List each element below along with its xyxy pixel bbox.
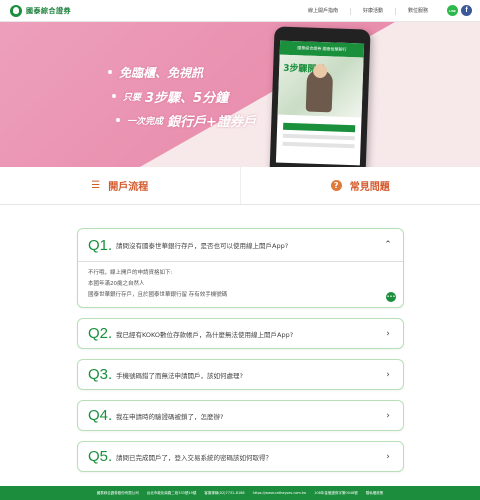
header: 國泰綜合證券 線上開戶指南 好康活動 數位服務 LINE f (0, 0, 480, 22)
chevron-right-icon[interactable]: › (383, 329, 393, 339)
question-text: 請問已完成開戶了，登入交易系統的密碼該如何取得？ (116, 453, 272, 462)
chevron-right-icon[interactable]: › (383, 411, 393, 421)
bullet-icon (108, 70, 112, 74)
footer-company: 國泰綜合證券股份有限公司 (96, 490, 139, 495)
nav-guide[interactable]: 線上開戶指南 (296, 7, 351, 15)
phone-mockup: 國泰綜合證券 國泰世華銀行 3步驟開戶 (269, 26, 371, 167)
faq-item-3: Q3. 手機號碼錯了而無法申請開戶，該如何處理? › (77, 359, 404, 390)
faq-question-4[interactable]: Q4. 我在申請時的驗證碼被鎖了，怎麼辦? › (78, 401, 403, 430)
bullet-icon (112, 94, 116, 98)
question-icon: ? (330, 180, 342, 191)
chevron-up-icon[interactable]: ⌃ (383, 240, 393, 250)
phone-line (282, 133, 355, 141)
faq-question-5[interactable]: Q5. 請問已完成開戶了，登入交易系統的密碼該如何取得？ › (78, 442, 403, 471)
phone-photo: 3步驟開戶 (277, 54, 364, 118)
question-number: Q1. (88, 236, 113, 254)
footer-hotline: 客服專線(02)7732-8168 (204, 490, 245, 495)
faq-item-4: Q4. 我在申請時的驗證碼被鎖了，怎麼辦? › (77, 400, 404, 431)
faq-answer-1: 不行哦，線上開戶的申請資格如下: 本國年滿20歲之自然人 國泰世華銀行存戶，且於… (78, 261, 403, 307)
tab-bar: ☰ 開戶流程 ? 常見問題 (0, 167, 480, 205)
faq-question-1[interactable]: Q1. 請問沒有國泰世華銀行存戶，是否也可以使用線上開戶App? ⌃ (78, 229, 403, 261)
top-nav: 線上開戶指南 好康活動 數位服務 (296, 0, 440, 22)
question-number: Q4. (88, 407, 113, 424)
nav-digital-services[interactable]: 數位服務 (396, 8, 440, 15)
phone-screen: 國泰綜合證券 國泰世華銀行 3步驟開戶 (275, 40, 365, 166)
faq-item-5: Q5. 請問已完成開戶了，登入交易系統的密碼該如何取得？ › (77, 441, 404, 472)
footer-address: 台北市敦化南路二段333號19樓 (146, 490, 197, 495)
hero-banner: 免臨櫃、免視訊 只要 3步驟、5分鐘 一次完成 銀行戶+證券戶 國泰綜合證券 國… (0, 22, 480, 167)
faq-question-2[interactable]: Q2. 我已經有KOKO數位存款帳戶，為什麼無法使用線上開戶App? › (78, 319, 403, 348)
brand-name: 國泰綜合證券 (26, 6, 71, 15)
slogan-1: 免臨櫃、免視訊 (108, 60, 256, 84)
brand-logo[interactable]: 國泰綜合證券 (10, 4, 71, 17)
faq-list: Q1. 請問沒有國泰世華銀行存戶，是否也可以使用線上開戶App? ⌃ 不行哦，線… (77, 228, 404, 482)
question-number: Q5. (88, 448, 113, 465)
tab-faq[interactable]: ? 常見問題 (240, 167, 480, 204)
social-links: LINE f (447, 5, 472, 16)
banner-slogans: 免臨櫃、免視訊 只要 3步驟、5分鐘 一次完成 銀行戶+證券戶 (108, 60, 256, 132)
footer-license: 108年金管證券字第0048號 (314, 490, 358, 495)
faq-item-2: Q2. 我已經有KOKO數位存款帳戶，為什麼無法使用線上開戶App? › (77, 318, 404, 349)
footer: 國泰綜合證券股份有限公司 台北市敦化南路二段333號19樓 客服專線(02)77… (0, 486, 480, 500)
footer-privacy-link[interactable]: 隱私權政策 (366, 491, 384, 496)
chat-icon[interactable]: ••• (386, 292, 396, 302)
tree-logo-icon (10, 4, 22, 17)
faq-question-3[interactable]: Q3. 手機號碼錯了而無法申請開戶，該如何處理? › (78, 360, 403, 389)
facebook-icon[interactable]: f (461, 5, 472, 16)
question-number: Q3. (88, 366, 113, 383)
answer-line: 不行哦，線上開戶的申請資格如下: (88, 270, 173, 276)
list-icon: ☰ (91, 180, 101, 191)
nav-promotions[interactable]: 好康活動 (351, 7, 396, 15)
question-text: 請問沒有國泰世華銀行存戶，是否也可以使用線上開戶App? (116, 242, 289, 250)
answer-line: 本國年滿20歲之自然人 (88, 281, 145, 287)
line-icon[interactable]: LINE (447, 5, 458, 16)
chevron-right-icon[interactable]: › (383, 452, 393, 462)
phone-button (283, 122, 356, 133)
question-text: 手機號碼錯了而無法申請開戶，該如何處理? (116, 371, 243, 380)
slogan-2: 只要 3步驟、5分鐘 (112, 84, 256, 108)
person-illustration (305, 69, 334, 113)
phone-line (282, 141, 355, 149)
question-text: 我已經有KOKO數位存款帳戶，為什麼無法使用線上開戶App? (116, 330, 294, 339)
answer-line: 國泰世華銀行存戶，且於國泰世華銀行留 存有效手機號碼 (88, 292, 228, 298)
bullet-icon (116, 118, 120, 122)
question-number: Q2. (88, 325, 113, 342)
chevron-right-icon[interactable]: › (383, 370, 393, 380)
tab-account-process[interactable]: ☰ 開戶流程 (0, 167, 241, 204)
slogan-3: 一次完成 銀行戶+證券戶 (116, 108, 256, 132)
footer-website-link[interactable]: https://www.cathayses.com.tw (253, 491, 307, 495)
question-text: 我在申請時的驗證碼被鎖了，怎麼辦? (116, 412, 224, 421)
faq-item-1: Q1. 請問沒有國泰世華銀行存戶，是否也可以使用線上開戶App? ⌃ 不行哦，線… (77, 228, 404, 308)
